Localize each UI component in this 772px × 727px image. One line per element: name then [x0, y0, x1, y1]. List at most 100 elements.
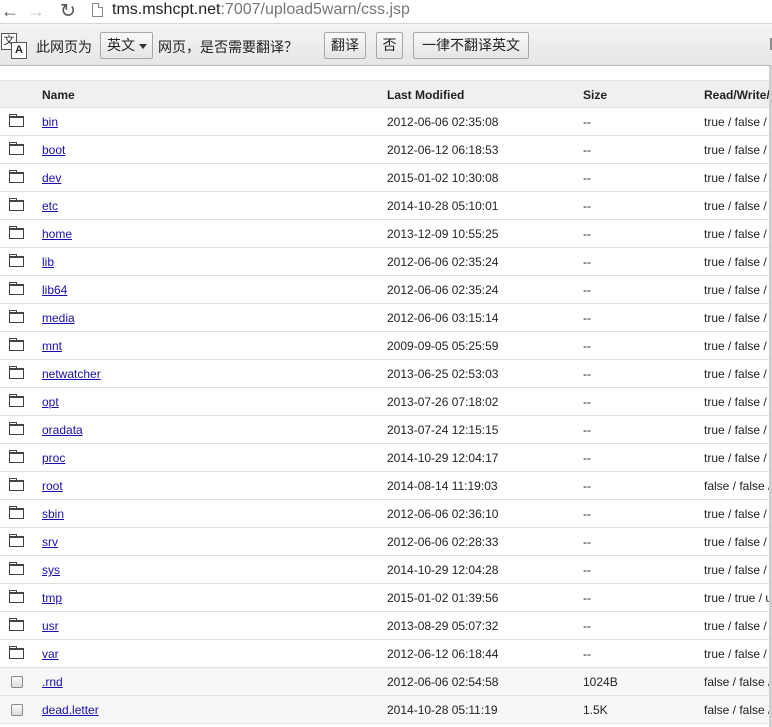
permissions-cell: true / false / t: [704, 339, 772, 353]
table-row: root 2014-08-14 11:19:03 -- false / false /…: [0, 472, 772, 500]
name-cell: .rnd: [42, 668, 63, 696]
file-icon: [11, 704, 23, 716]
name-cell: home: [42, 220, 72, 248]
file-link[interactable]: .rnd: [42, 675, 63, 689]
table-row: sys 2014-10-29 12:04:28 -- true / false / t: [0, 556, 772, 584]
folder-icon: [9, 254, 24, 267]
modified-cell: 2012-06-06 02:54:58: [387, 675, 499, 689]
folder-icon: [9, 450, 24, 463]
permissions-cell: true / false / t: [704, 171, 772, 185]
file-link[interactable]: mnt: [42, 339, 62, 353]
file-link[interactable]: dead.letter: [42, 703, 99, 717]
modified-cell: 2012-06-06 02:36:10: [387, 507, 499, 521]
column-header-permissions[interactable]: Read/Write/I: [704, 81, 772, 109]
size-cell: --: [583, 199, 591, 213]
file-link[interactable]: var: [42, 647, 59, 661]
size-cell: --: [583, 115, 591, 129]
file-link[interactable]: opt: [42, 395, 59, 409]
modified-cell: 2014-10-29 12:04:17: [387, 451, 499, 465]
name-cell: etc: [42, 192, 58, 220]
folder-icon: [9, 142, 24, 155]
permissions-cell: true / false / t: [704, 395, 772, 409]
page-icon: [92, 3, 103, 17]
size-cell: --: [583, 143, 591, 157]
file-link[interactable]: media: [42, 311, 75, 325]
file-link[interactable]: etc: [42, 199, 58, 213]
file-link[interactable]: dev: [42, 171, 61, 185]
permissions-cell: true / false / t: [704, 367, 772, 381]
size-cell: 1024B: [583, 675, 618, 689]
table-row: dev 2015-01-02 10:30:08 -- true / false / t: [0, 164, 772, 192]
name-cell: sys: [42, 556, 60, 584]
file-link[interactable]: root: [42, 479, 63, 493]
modified-cell: 2012-06-06 02:35:24: [387, 255, 499, 269]
reload-icon[interactable]: ↻: [56, 0, 80, 22]
file-link[interactable]: proc: [42, 451, 65, 465]
size-cell: --: [583, 479, 591, 493]
permissions-cell: false / false / f: [704, 479, 772, 493]
column-header-last-modified[interactable]: Last Modified: [387, 81, 464, 109]
translate-label: 此网页为: [36, 39, 92, 55]
name-cell: root: [42, 472, 63, 500]
folder-icon: [9, 226, 24, 239]
modified-cell: 2009-09-05 05:25:59: [387, 339, 499, 353]
size-cell: --: [583, 367, 591, 381]
modified-cell: 2012-06-06 02:35:24: [387, 283, 499, 297]
size-cell: --: [583, 535, 591, 549]
column-header-size[interactable]: Size: [583, 81, 607, 109]
file-link[interactable]: bin: [42, 115, 58, 129]
table-row: boot 2012-06-12 06:18:53 -- true / false / …: [0, 136, 772, 164]
back-arrow-icon[interactable]: ←: [0, 0, 22, 22]
table-row: sbin 2012-06-06 02:36:10 -- true / false / …: [0, 500, 772, 528]
file-link[interactable]: usr: [42, 619, 59, 633]
file-link[interactable]: netwatcher: [42, 367, 101, 381]
name-cell: srv: [42, 528, 58, 556]
name-cell: opt: [42, 388, 59, 416]
permissions-cell: true / false / t: [704, 283, 772, 297]
file-link[interactable]: tmp: [42, 591, 62, 605]
file-link[interactable]: sys: [42, 563, 60, 577]
name-cell: media: [42, 304, 75, 332]
modified-cell: 2012-06-12 06:18:44: [387, 647, 499, 661]
name-cell: mnt: [42, 332, 62, 360]
url-field[interactable]: tms.mshcpt.net:7007/upload5warn/css.jsp: [112, 0, 410, 20]
file-link[interactable]: lib64: [42, 283, 67, 297]
name-cell: netwatcher: [42, 360, 101, 388]
no-button[interactable]: 否: [376, 32, 403, 59]
file-link[interactable]: home: [42, 227, 72, 241]
size-cell: --: [583, 227, 591, 241]
size-cell: --: [583, 507, 591, 521]
translate-icon: 文 A: [1, 33, 27, 59]
url-path: :7007/upload5warn/css.jsp: [220, 1, 410, 18]
file-link[interactable]: oradata: [42, 423, 83, 437]
permissions-cell: true / false / t: [704, 507, 772, 521]
permissions-cell: true / false / t: [704, 647, 772, 661]
permissions-cell: true / false / t: [704, 255, 772, 269]
permissions-cell: true / false / t: [704, 115, 772, 129]
name-cell: var: [42, 640, 59, 668]
size-cell: --: [583, 619, 591, 633]
file-link[interactable]: boot: [42, 143, 65, 157]
table-row: var 2012-06-12 06:18:44 -- true / false / t: [0, 640, 772, 668]
translate-button[interactable]: 翻译: [324, 32, 366, 59]
folder-icon: [9, 114, 24, 127]
size-cell: --: [583, 451, 591, 465]
column-header-name[interactable]: Name: [42, 81, 75, 109]
permissions-cell: true / false / t: [704, 227, 772, 241]
folder-icon: [9, 366, 24, 379]
modified-cell: 2015-01-02 01:39:56: [387, 591, 499, 605]
file-link[interactable]: sbin: [42, 507, 64, 521]
modified-cell: 2014-10-28 05:10:01: [387, 199, 499, 213]
folder-icon: [9, 478, 24, 491]
file-link[interactable]: srv: [42, 535, 58, 549]
modified-cell: 2013-07-24 12:15:15: [387, 423, 499, 437]
table-row: oradata 2013-07-24 12:15:15 -- true / false…: [0, 416, 772, 444]
name-cell: sbin: [42, 500, 64, 528]
never-translate-button[interactable]: 一律不翻译英文: [413, 32, 529, 59]
file-table: Name Last Modified Size Read/Write/I bin…: [0, 66, 772, 727]
file-link[interactable]: lib: [42, 255, 54, 269]
language-select[interactable]: 英文: [100, 32, 153, 59]
size-cell: --: [583, 423, 591, 437]
forward-arrow-icon[interactable]: →: [24, 0, 48, 22]
table-row: lib64 2012-06-06 02:35:24 -- true / false /…: [0, 276, 772, 304]
